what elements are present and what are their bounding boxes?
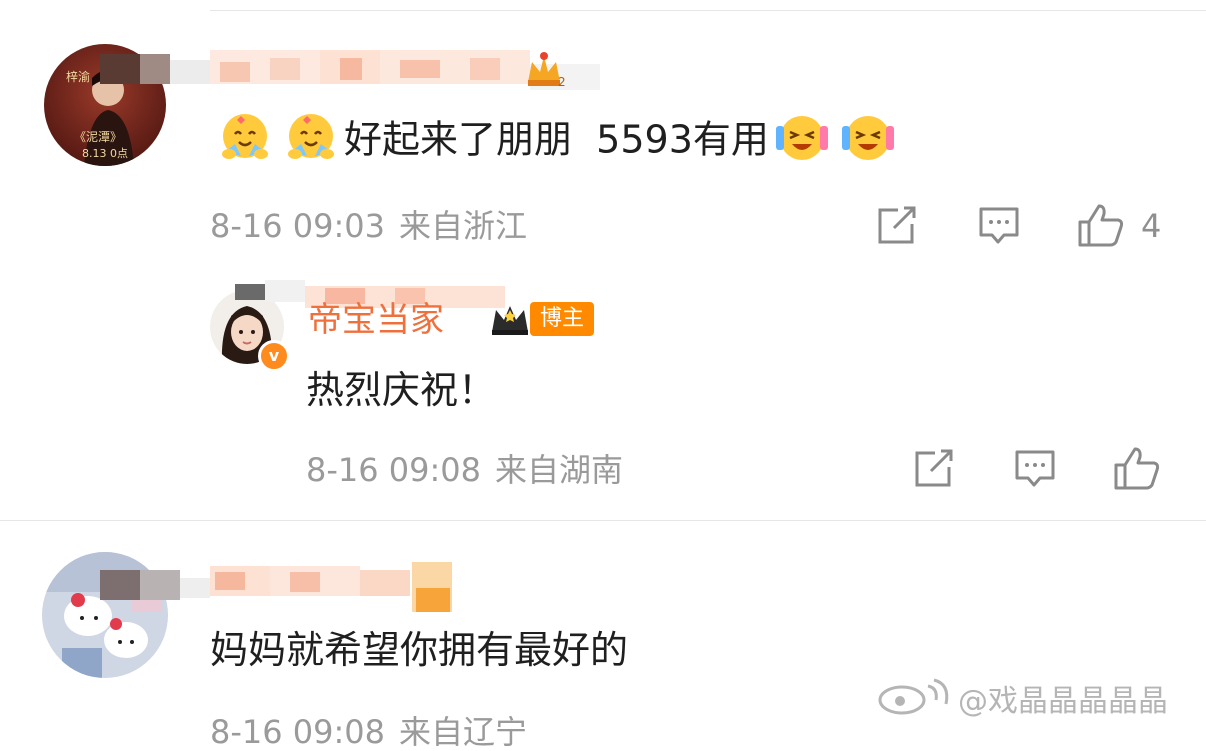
avatar-caption-mid: 《泥潭》 bbox=[74, 130, 123, 144]
crown-badge-icon bbox=[488, 302, 532, 342]
like-count: 4 bbox=[1141, 207, 1162, 245]
blogger-tag: 博主 bbox=[530, 302, 595, 336]
comment-icon bbox=[979, 207, 1019, 244]
top-separator bbox=[210, 10, 1206, 11]
reply-meta: 8-16 09:08 来自湖南 bbox=[306, 452, 623, 488]
comment-location: 来自浙江 bbox=[399, 207, 528, 245]
share-button[interactable] bbox=[876, 206, 918, 246]
comment-button[interactable] bbox=[978, 206, 1020, 246]
weibo-logo-icon bbox=[876, 676, 956, 720]
comment-location: 来自辽宁 bbox=[399, 713, 528, 751]
comment-text-body: 好起来了朋朋 5593有用 bbox=[344, 117, 769, 162]
reply-location: 来自湖南 bbox=[495, 451, 624, 489]
hug-emoji-icon bbox=[215, 108, 275, 168]
avatar-caption-top: 梓渝 bbox=[66, 70, 91, 84]
reply-username[interactable]: 帝宝当家 bbox=[308, 300, 444, 340]
reply-text: 热烈庆祝！ bbox=[306, 368, 497, 412]
laugh-cry-emoji-icon bbox=[772, 108, 832, 168]
like-icon bbox=[1078, 204, 1124, 247]
laugh-cry-emoji-icon bbox=[838, 108, 898, 168]
like-button[interactable] bbox=[1077, 202, 1125, 248]
comment-button[interactable] bbox=[1014, 449, 1056, 489]
watermark: @戏晶晶晶晶晶 bbox=[958, 684, 1168, 719]
comment-icon bbox=[1015, 450, 1055, 487]
comment-meta: 8-16 09:03 来自浙江 bbox=[210, 208, 527, 244]
verified-badge: v bbox=[258, 340, 290, 372]
comment-text: 妈妈就希望你拥有最好的 bbox=[210, 628, 629, 672]
like-icon bbox=[1114, 447, 1160, 490]
comment-time: 8-16 09:03 bbox=[210, 207, 386, 245]
reply-time: 8-16 09:08 bbox=[306, 451, 482, 489]
comment-time: 8-16 09:08 bbox=[210, 713, 386, 751]
hug-emoji-icon bbox=[281, 108, 341, 168]
comment-meta: 8-16 09:08 来自辽宁 bbox=[210, 714, 527, 750]
avatar-caption-bottom: 8.13 0点 bbox=[82, 147, 128, 160]
comment-separator bbox=[0, 520, 1206, 521]
svg-text:2: 2 bbox=[558, 75, 566, 89]
like-button[interactable] bbox=[1113, 445, 1161, 491]
crown-badge-icon: 2 bbox=[522, 46, 566, 94]
share-button[interactable] bbox=[913, 449, 955, 489]
share-icon bbox=[915, 449, 953, 487]
share-icon bbox=[878, 206, 916, 244]
comment-text: 好起来了朋朋 5593有用 bbox=[212, 112, 901, 172]
username-blurred[interactable] bbox=[100, 548, 460, 618]
